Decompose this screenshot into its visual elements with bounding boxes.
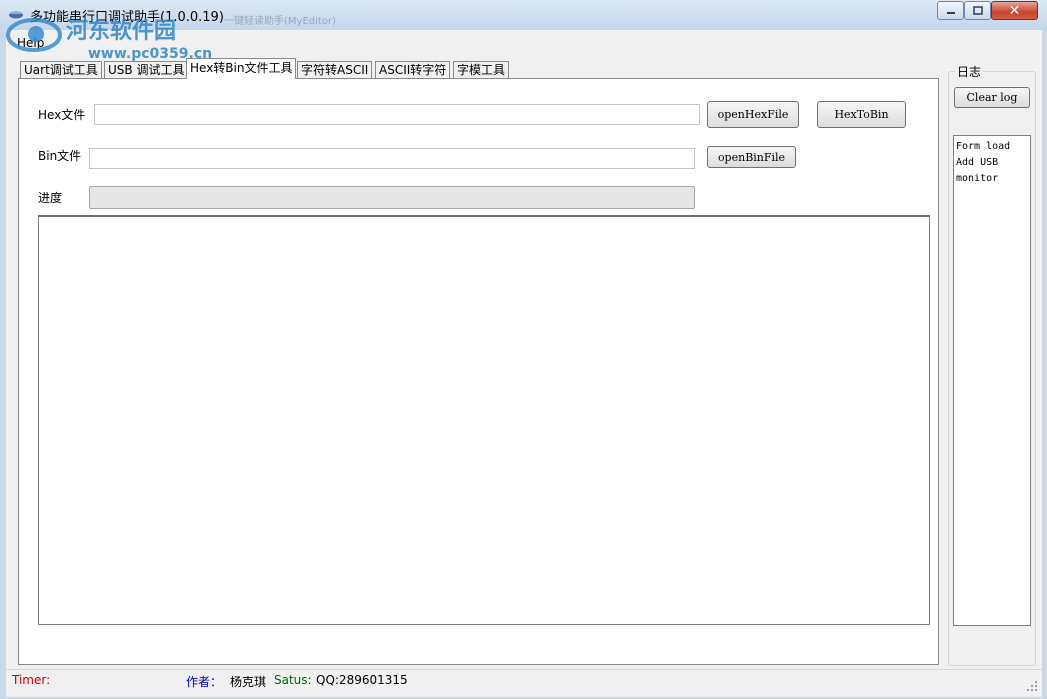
watermark-brand: 河东软件园 xyxy=(66,19,177,44)
bin-file-field[interactable] xyxy=(89,148,695,169)
maximize-icon xyxy=(972,6,983,15)
hex-file-label: Hex文件 xyxy=(38,108,86,122)
timer-label: Timer: xyxy=(12,673,51,687)
log-entry: monitor xyxy=(956,173,999,184)
progress-label: 进度 xyxy=(38,191,63,205)
clear-log-button[interactable]: Clear log xyxy=(954,87,1030,108)
status-label: Satus: xyxy=(274,673,312,687)
output-text-area[interactable] xyxy=(38,215,930,625)
tab-ascii-to-char[interactable]: ASCII转字符 xyxy=(375,61,451,79)
resize-grip-icon[interactable] xyxy=(1026,680,1038,692)
tab-char-to-ascii[interactable]: 字符转ASCII xyxy=(297,61,373,79)
tab-usb[interactable]: USB 调试工具 xyxy=(104,61,189,79)
log-title: 日志 xyxy=(955,63,984,80)
tab-font-tool[interactable]: 字模工具 xyxy=(453,61,510,79)
status-bar xyxy=(6,669,1042,693)
status-value: QQ:289601315 xyxy=(316,673,408,687)
log-entry: Form load xyxy=(956,141,1011,152)
maximize-button[interactable] xyxy=(964,1,991,20)
watermark-logo-icon xyxy=(6,18,62,52)
tab-hex-to-bin[interactable]: Hex转Bin文件工具 xyxy=(186,58,297,79)
bin-file-input[interactable] xyxy=(90,149,694,168)
hex-to-bin-button[interactable]: HexToBin xyxy=(817,101,906,128)
author-label: 作者： xyxy=(186,675,223,689)
tab-uart[interactable]: Uart调试工具 xyxy=(20,61,102,79)
log-list[interactable]: Form load Add USB monitor xyxy=(953,135,1031,626)
bin-file-label: Bin文件 xyxy=(38,149,82,163)
minimize-button[interactable] xyxy=(937,1,964,20)
hex-file-field[interactable] xyxy=(94,104,700,125)
open-bin-file-button[interactable]: openBinFile xyxy=(707,146,796,168)
watermark-caption: 一键轻读助手(MyEditor) xyxy=(224,16,336,27)
minimize-icon xyxy=(946,11,955,14)
open-hex-file-button[interactable]: openHexFile xyxy=(707,101,799,128)
close-button[interactable]: ✕ xyxy=(991,1,1038,20)
progress-bar xyxy=(89,186,695,209)
log-entry: Add USB xyxy=(956,157,999,168)
hex-file-input[interactable] xyxy=(95,105,699,124)
close-icon: ✕ xyxy=(1008,2,1021,19)
author-name: 杨克琪 xyxy=(230,675,267,689)
